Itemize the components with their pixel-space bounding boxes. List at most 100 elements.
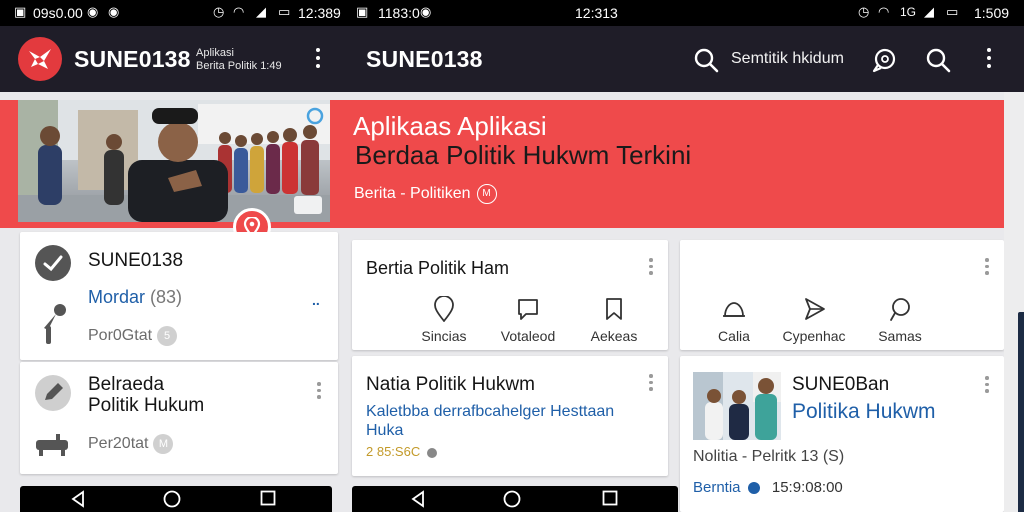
search-icon[interactable] xyxy=(693,47,719,73)
right-card-article[interactable]: SUNE0Ban Politika Hukwm Nolitia - Pelrit… xyxy=(680,356,1004,512)
sync-icon: ◉ xyxy=(108,5,120,20)
overflow-menu-icon[interactable] xyxy=(984,46,994,72)
left-card-title-line2: Politik Hukum xyxy=(88,395,205,416)
left-card-article[interactable]: Belraeda Politik Hukum Per20tat M xyxy=(20,362,338,474)
mid-card-excerpt-line2[interactable]: Huka xyxy=(366,422,403,440)
right-card-actions[interactable]: Calia Cypenhac Samas xyxy=(680,240,1004,350)
left-card-title-line1: Belraeda xyxy=(88,374,165,395)
fox-logo-icon xyxy=(29,49,51,69)
action-label: Calia xyxy=(718,328,750,344)
network-type: 1G xyxy=(900,5,917,19)
action-button[interactable]: Samas xyxy=(864,296,936,344)
left-card-meta-badge: 5 xyxy=(157,326,178,346)
left-card-extra[interactable]: .. xyxy=(312,292,320,308)
left-card-profile[interactable]: SUNE0138 Mordar (83) Por0Gtat 5 .. xyxy=(20,232,338,360)
action-label: Samas xyxy=(878,328,922,344)
right-card-footer-time: 15:9:08:00 xyxy=(771,479,843,496)
chat-search-icon[interactable] xyxy=(871,47,897,73)
action-button[interactable]: Aekeas xyxy=(578,296,650,344)
mid-card-title: Bertia Politik Ham xyxy=(366,258,510,278)
app-bar: SUNE0138 Aplikasi Berita Politik 1:49 SU… xyxy=(0,26,1024,92)
scrollbar[interactable] xyxy=(1018,312,1024,512)
mid-card-meta: 2 85:S6C xyxy=(366,444,437,459)
overflow-menu-icon[interactable] xyxy=(313,46,323,72)
right-card-subtitle[interactable]: Politika Hukwm xyxy=(792,400,936,424)
hero-meta-text: Berita - Politiken xyxy=(354,185,471,203)
nav-recents-icon[interactable] xyxy=(260,490,276,511)
verified-icon xyxy=(747,482,760,495)
left-card-meta-text: Por0Gtat xyxy=(88,327,153,345)
mid-card-title: Natia Politik Hukwm xyxy=(366,374,535,395)
mid-card-meta-time: 2 85:S6C xyxy=(366,444,421,459)
left-card-title: SUNE0138 xyxy=(88,250,184,271)
mid-card-article[interactable]: Natia Politik Hukwm Kaletbba derrafbcahe… xyxy=(352,356,668,476)
action-button[interactable]: Votaleod xyxy=(492,296,564,344)
status-time-far-right: 1:509 xyxy=(974,5,1010,21)
action-label: Sincias xyxy=(421,328,467,344)
pin-icon xyxy=(434,296,454,322)
search-icon[interactable] xyxy=(925,47,951,73)
cloud-icon xyxy=(723,302,745,317)
wifi-icon: ◠ xyxy=(233,5,245,20)
news-photo-illustration xyxy=(18,100,330,222)
edit-icon xyxy=(35,375,71,411)
app-subtitle-1: Aplikasi xyxy=(196,47,234,59)
left-card-meta: Per20tat M xyxy=(88,434,174,454)
hero-meta: Berita - Politiken M xyxy=(354,184,497,204)
right-card-title: SUNE0Ban xyxy=(792,374,890,395)
hero-headline-top: Aplikaas Aplikasi xyxy=(353,111,547,141)
notification-icon: ▣ xyxy=(14,5,27,20)
system-nav-bar xyxy=(352,486,678,512)
left-card-meta-text: Per20tat xyxy=(88,435,149,453)
nav-back-icon[interactable] xyxy=(410,490,426,512)
card-more-icon[interactable] xyxy=(648,258,654,278)
status-time-left: 09s0.00 xyxy=(33,5,83,21)
bathtub-icon xyxy=(36,434,68,456)
action-button[interactable]: Cypenhac xyxy=(778,296,850,344)
alarm-icon: ◷ xyxy=(213,5,225,20)
action-button[interactable]: Sincias xyxy=(408,296,480,344)
status-clock: 12:313 xyxy=(575,5,618,21)
nav-home-icon[interactable] xyxy=(163,490,181,512)
app-subtitle-2: Berita Politik 1:49 xyxy=(196,60,282,72)
app-title-left: SUNE0138 xyxy=(74,46,191,72)
right-card-footer-label[interactable]: Berntia xyxy=(693,479,741,496)
action-label: Votaleod xyxy=(500,328,556,344)
notification-icon: ▣ xyxy=(356,5,369,20)
left-card-subtitle-text[interactable]: Mordar xyxy=(88,287,145,307)
card-more-icon[interactable] xyxy=(984,258,990,278)
check-badge-icon xyxy=(35,245,71,281)
send-icon xyxy=(805,298,825,320)
hero-banner[interactable]: Aplikaas Aplikasi Berdaa Politik Hukwm T… xyxy=(0,100,1004,228)
chat-icon xyxy=(518,299,538,320)
nav-home-icon[interactable] xyxy=(503,490,521,512)
mid-card-actions[interactable]: Bertia Politik Ham Sincias Votaleod Aeke… xyxy=(352,240,668,350)
hero-headline: Berdaa Politik Hukwm Terkini xyxy=(355,140,692,170)
article-thumbnail[interactable] xyxy=(693,372,781,440)
right-card-footer: Berntia 15:9:08:00 xyxy=(693,479,843,496)
signal-icon: ◢ xyxy=(256,5,266,20)
mid-card-excerpt-line1[interactable]: Kaletbba derrafbcahelger Hesttaan xyxy=(366,403,614,420)
nav-recents-icon[interactable] xyxy=(602,490,618,511)
action-button[interactable]: Calia xyxy=(698,296,770,344)
sync-icon: ◉ xyxy=(87,5,99,20)
status-dot-icon xyxy=(426,447,437,458)
card-more-icon[interactable] xyxy=(316,382,322,402)
status-bar: ▣ 09s0.00 ◉ ◉ ▣ 1183:0 ◉ 12:313 ◷ ◠ ◢ ▭ … xyxy=(0,0,1024,26)
hero-photo xyxy=(18,100,330,222)
card-more-icon[interactable] xyxy=(648,374,654,394)
signal-icon: ◢ xyxy=(924,5,934,20)
comment-icon xyxy=(890,298,910,321)
left-card-meta-badge: M xyxy=(153,434,174,454)
system-nav-bar xyxy=(20,486,332,512)
nav-back-icon[interactable] xyxy=(70,490,86,512)
microphone-icon xyxy=(44,304,66,344)
search-label[interactable]: Semtitik hkidum xyxy=(731,50,844,68)
app-logo[interactable] xyxy=(18,37,62,81)
battery-icon: ▭ xyxy=(278,5,291,20)
action-label: Cypenhac xyxy=(782,328,846,344)
status-time-right: 12:389 xyxy=(298,5,341,21)
battery-icon: ▭ xyxy=(946,5,959,20)
left-card-meta: Por0Gtat 5 xyxy=(88,326,178,346)
card-more-icon[interactable] xyxy=(984,376,990,396)
